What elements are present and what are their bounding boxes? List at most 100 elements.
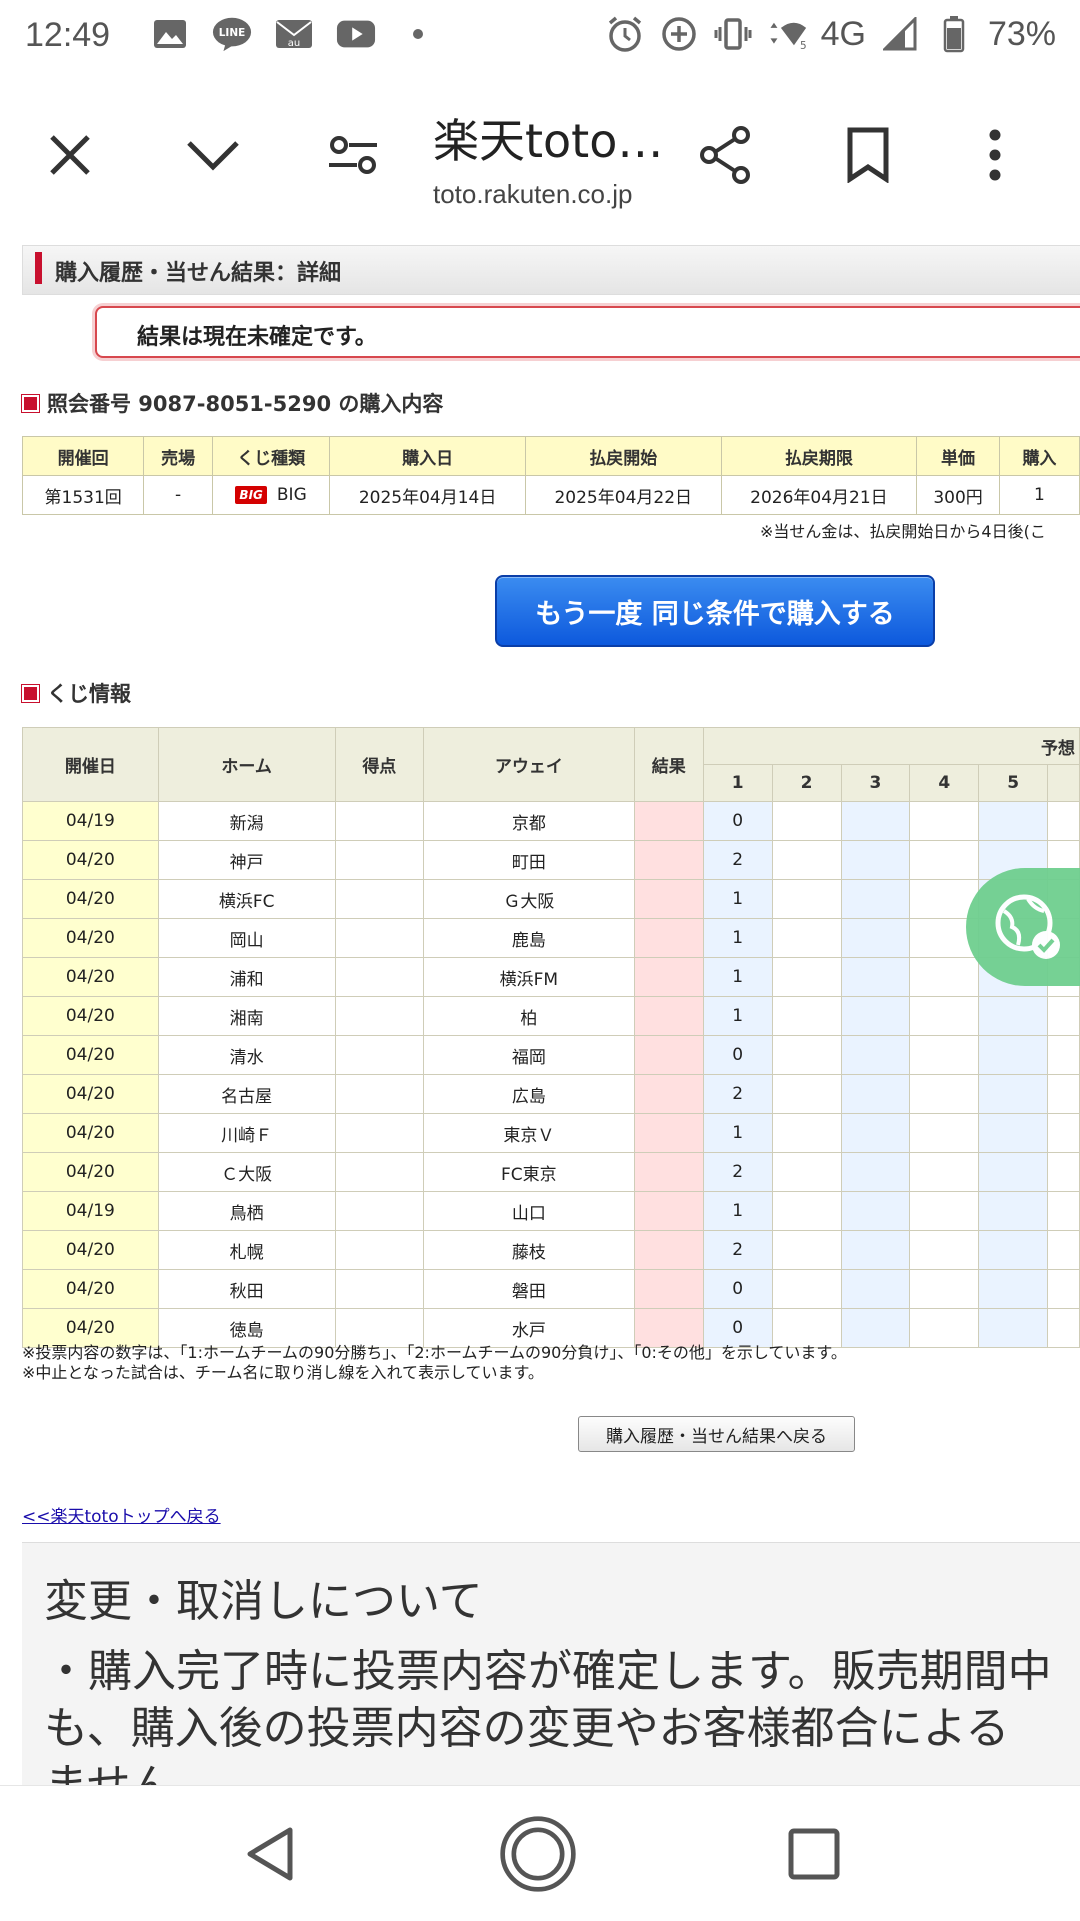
pick-2-cell xyxy=(771,1269,842,1309)
vibrate-icon xyxy=(713,14,753,54)
back-to-history-button[interactable]: 購入履歴・当せん結果へ戻る xyxy=(578,1416,855,1452)
home-team-cell: 神戸 xyxy=(157,840,336,880)
pick-3-cell xyxy=(840,1113,911,1153)
pick-5-cell xyxy=(978,1191,1049,1231)
round-cell: 第1531回 xyxy=(21,475,145,515)
close-button[interactable] xyxy=(35,120,105,190)
youtube-icon xyxy=(336,14,376,54)
home-team-cell: 横浜FC xyxy=(157,879,336,919)
section-title: 購入履歴・当せん結果：詳細 xyxy=(55,261,342,286)
status-bar: 12:49 LINE au 5 4G 73% xyxy=(0,0,1080,75)
result-cell xyxy=(633,1074,704,1114)
match-date-cell: 04/20 xyxy=(22,918,159,958)
home-nav-button[interactable] xyxy=(498,1814,578,1894)
pick-4-cell xyxy=(909,1230,980,1270)
translate-fab[interactable] xyxy=(966,868,1080,986)
rebuy-button[interactable]: もう一度 同じ条件で購入する xyxy=(495,575,935,647)
away-team-cell: 広島 xyxy=(422,1074,635,1114)
pick-3-cell xyxy=(840,801,911,841)
pick-3-cell xyxy=(840,996,911,1036)
pick-3-cell xyxy=(840,1269,911,1309)
pick-2-cell xyxy=(771,957,842,997)
page-title: 楽天toto… xyxy=(433,114,664,168)
result-cell xyxy=(633,879,704,919)
score-cell xyxy=(334,879,424,919)
pick-1-cell: 1 xyxy=(702,996,773,1036)
away-team-cell: 福岡 xyxy=(422,1035,635,1075)
home-circle-icon xyxy=(500,1816,576,1892)
pick-3-cell xyxy=(840,1152,911,1192)
purchase-heading-text: 照会番号 9087-8051-5290 の購入内容 xyxy=(47,392,444,416)
purchase-table: 開催回 売場 くじ種類 購入日 払戻開始 払戻期限 単価 購入 第1531回 -… xyxy=(21,436,1080,515)
battery-icon xyxy=(934,14,974,54)
score-cell xyxy=(334,1308,424,1348)
result-cell xyxy=(633,1269,704,1309)
notification-icons: LINE au xyxy=(150,14,438,54)
col-pick-3: 3 xyxy=(840,764,911,802)
count-cell: 1 xyxy=(998,475,1080,515)
pick-1-cell: 1 xyxy=(702,879,773,919)
table-row: 04/20 湘南 柏 1 xyxy=(22,996,1080,1036)
more-options-button[interactable] xyxy=(960,120,1030,190)
result-cell xyxy=(633,1113,704,1153)
col-home: ホーム xyxy=(157,727,336,802)
toto-top-link[interactable]: <<楽天totoトップへ戻る xyxy=(22,1502,221,1527)
col-round: 開催回 xyxy=(21,436,145,476)
share-button[interactable] xyxy=(690,120,760,190)
match-date-cell: 04/20 xyxy=(22,840,159,880)
page-title-area[interactable]: 楽天toto… toto.rakuten.co.jp xyxy=(433,105,693,210)
info-line: ・購入完了時に投票内容が確定します。販売期間中 xyxy=(44,1646,1052,1697)
col-pick-2: 2 xyxy=(771,764,842,802)
col-unit-price: 単価 xyxy=(916,436,1000,476)
signal-icon xyxy=(880,14,920,54)
col-kind: くじ種類 xyxy=(211,436,331,476)
data-saver-icon xyxy=(659,14,699,54)
pick-1-cell: 1 xyxy=(702,918,773,958)
info-heading: 変更・取消しについて xyxy=(44,1576,483,1627)
pick-2-cell xyxy=(771,1308,842,1348)
pick-4-cell xyxy=(909,1035,980,1075)
pick-3-cell xyxy=(840,1035,911,1075)
recents-square-icon xyxy=(788,1828,840,1880)
pick-1-cell: 2 xyxy=(702,1074,773,1114)
col-result: 結果 xyxy=(633,727,704,802)
table-row: 04/19 鳥栖 山口 1 xyxy=(22,1191,1080,1231)
minimize-button[interactable] xyxy=(178,120,248,190)
shop-cell: - xyxy=(143,475,213,515)
pick-more-cell xyxy=(1047,1308,1080,1348)
pick-more-cell xyxy=(1047,1269,1080,1309)
away-team-cell: 山口 xyxy=(422,1191,635,1231)
table-row: 04/20 神戸 町田 2 xyxy=(22,840,1080,880)
share-icon xyxy=(700,126,750,184)
match-date-cell: 04/20 xyxy=(22,1074,159,1114)
match-date-cell: 04/19 xyxy=(22,801,159,841)
table-row: 04/20 名古屋 広島 2 xyxy=(22,1074,1080,1114)
site-settings-button[interactable] xyxy=(318,120,388,190)
pick-3-cell xyxy=(840,1191,911,1231)
away-team-cell: 磐田 xyxy=(422,1269,635,1309)
chevron-down-icon xyxy=(187,141,239,171)
away-team-cell: 鹿島 xyxy=(422,918,635,958)
pick-4-cell xyxy=(909,1191,980,1231)
purchase-table-header: 開催回 売場 くじ種類 購入日 払戻開始 払戻期限 単価 購入 xyxy=(21,436,1080,476)
pick-2-cell xyxy=(771,1152,842,1192)
col-payout-start: 払戻開始 xyxy=(524,436,722,476)
result-notice: 結果は現在未確定です。 xyxy=(95,306,1080,358)
purchase-row: 第1531回 - BIG BIG 2025年04月14日 2025年04月22日 … xyxy=(21,475,1080,515)
kind-cell: BIG BIG xyxy=(211,475,331,515)
pick-5-cell xyxy=(978,801,1049,841)
home-team-cell: Ｃ大阪 xyxy=(157,1152,336,1192)
info-body: ・購入完了時に投票内容が確定します。販売期間中 も、購入後の投票内容の変更やお客… xyxy=(44,1643,1052,1785)
pick-4-cell xyxy=(909,840,980,880)
score-cell xyxy=(334,1230,424,1270)
section-accent-bar xyxy=(35,252,42,284)
bookmark-button[interactable] xyxy=(833,120,903,190)
match-date-cell: 04/20 xyxy=(22,1152,159,1192)
recents-nav-button[interactable] xyxy=(774,1814,854,1894)
back-nav-button[interactable] xyxy=(230,1814,310,1894)
match-date-cell: 04/20 xyxy=(22,1230,159,1270)
away-team-cell: 柏 xyxy=(422,996,635,1036)
pick-3-cell xyxy=(840,957,911,997)
lottery-heading: くじ情報 xyxy=(21,678,131,708)
note-line: ※投票内容の数字は、「1:ホームチームの90分勝ち」、「2:ホームチームの90分… xyxy=(22,1343,847,1362)
